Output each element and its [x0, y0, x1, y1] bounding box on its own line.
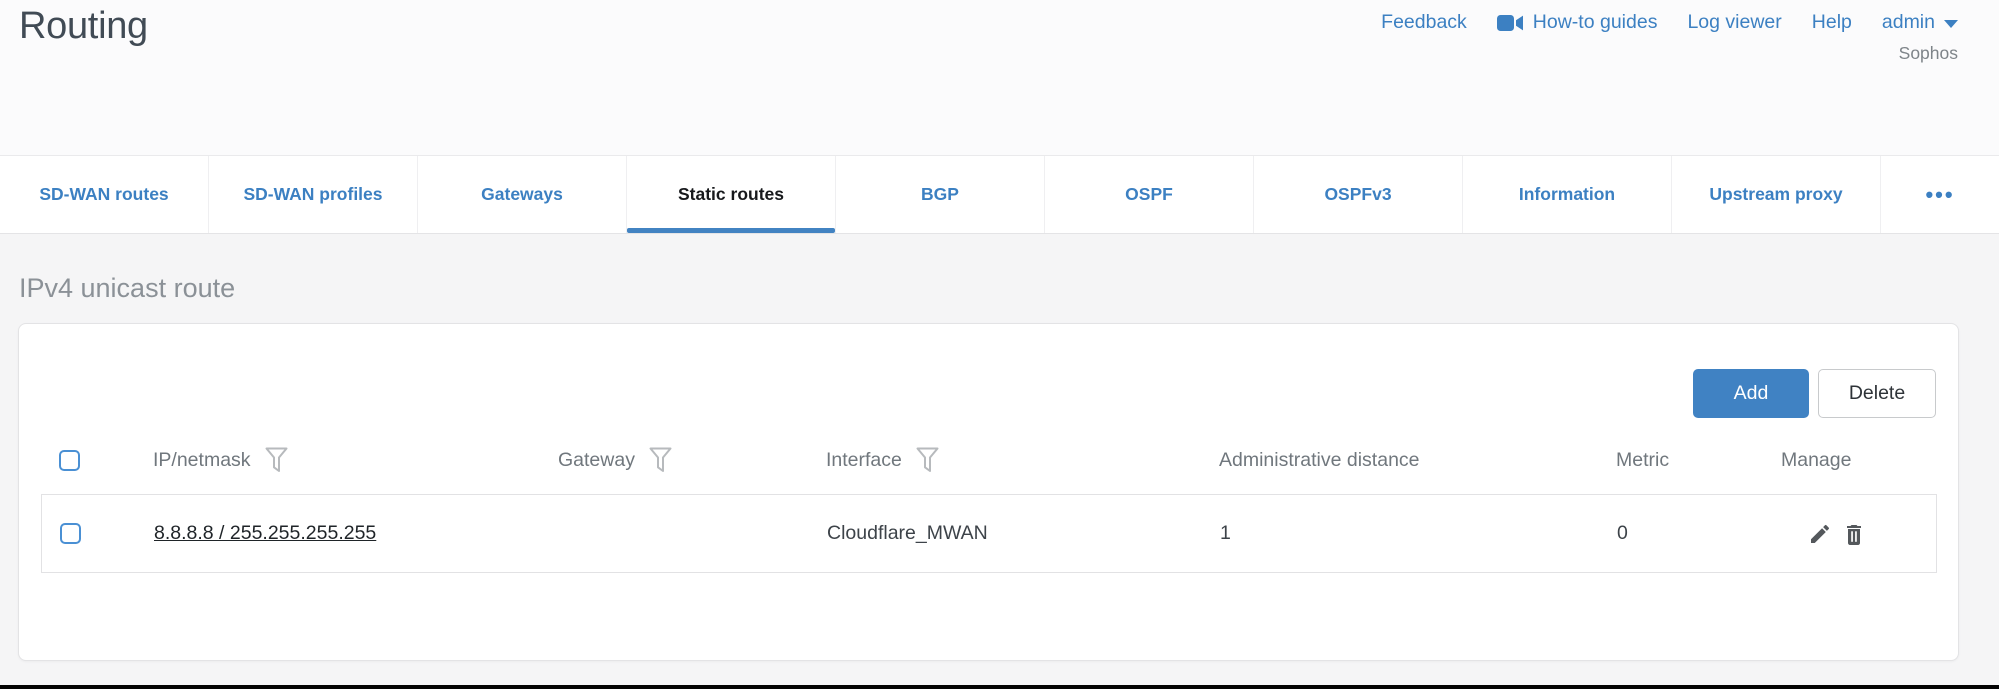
- tab-static-routes[interactable]: Static routes: [627, 156, 836, 233]
- window-bottom-edge: [0, 685, 1999, 689]
- column-header-admin-distance: Administrative distance: [1201, 449, 1598, 472]
- tab-sd-wan-routes[interactable]: SD-WAN routes: [0, 156, 209, 233]
- edit-pencil-icon[interactable]: [1808, 522, 1832, 546]
- column-header-ip-netmask: IP/netmask: [135, 447, 540, 473]
- column-header-metric: Metric: [1598, 449, 1763, 472]
- tab-gateways[interactable]: Gateways: [418, 156, 627, 233]
- row-select-cell: [42, 523, 136, 544]
- how-to-guides-link[interactable]: How-to guides: [1497, 11, 1658, 34]
- ellipsis-icon: •••: [1925, 182, 1954, 208]
- tab-upstream-proxy[interactable]: Upstream proxy: [1672, 156, 1881, 233]
- admin-label: admin: [1882, 11, 1935, 34]
- video-camera-icon: [1497, 14, 1524, 32]
- table-row: 8.8.8.8 / 255.255.255.255 Cloudflare_MWA…: [41, 494, 1937, 573]
- log-viewer-link[interactable]: Log viewer: [1687, 11, 1781, 34]
- select-all-cell: [41, 450, 135, 471]
- row-checkbox[interactable]: [60, 523, 81, 544]
- tab-overflow-menu[interactable]: •••: [1881, 156, 1999, 233]
- select-all-checkbox[interactable]: [59, 450, 80, 471]
- page-title: Routing: [19, 5, 148, 48]
- tab-information[interactable]: Information: [1463, 156, 1672, 233]
- routing-tabbar: SD-WAN routes SD-WAN profiles Gateways S…: [0, 155, 1999, 234]
- feedback-label: Feedback: [1381, 11, 1467, 34]
- org-name: Sophos: [1899, 43, 1958, 64]
- help-label: Help: [1812, 11, 1852, 34]
- interface-cell: Cloudflare_MWAN: [809, 522, 1202, 545]
- tab-ospf[interactable]: OSPF: [1045, 156, 1254, 233]
- table-toolbar: Add Delete: [1693, 369, 1936, 418]
- how-to-guides-label: How-to guides: [1533, 11, 1658, 34]
- top-nav: Feedback How-to guides Log viewer Help a…: [1381, 11, 1958, 34]
- delete-trash-icon[interactable]: [1842, 522, 1866, 546]
- manage-cell: [1764, 522, 1938, 546]
- admin-menu[interactable]: admin: [1882, 11, 1958, 34]
- feedback-link[interactable]: Feedback: [1381, 11, 1467, 34]
- column-header-interface: Interface: [808, 447, 1201, 473]
- metric-cell: 0: [1599, 522, 1764, 545]
- tab-sd-wan-profiles[interactable]: SD-WAN profiles: [209, 156, 418, 233]
- filter-funnel-icon[interactable]: [916, 447, 939, 473]
- add-button[interactable]: Add: [1693, 369, 1809, 418]
- delete-button[interactable]: Delete: [1818, 369, 1936, 418]
- section-heading: IPv4 unicast route: [19, 273, 235, 304]
- tab-ospfv3[interactable]: OSPFv3: [1254, 156, 1463, 233]
- filter-funnel-icon[interactable]: [649, 447, 672, 473]
- ipv4-unicast-route-card: Add Delete IP/netmask Gateway Interface …: [18, 323, 1959, 661]
- route-link[interactable]: 8.8.8.8 / 255.255.255.255: [154, 522, 376, 544]
- table-header-row: IP/netmask Gateway Interface Administrat…: [41, 430, 1937, 490]
- caret-down-icon: [1944, 20, 1958, 28]
- log-viewer-label: Log viewer: [1687, 11, 1781, 34]
- page-header: Routing Feedback How-to guides Log viewe…: [0, 0, 1999, 155]
- ip-netmask-cell: 8.8.8.8 / 255.255.255.255: [136, 522, 541, 545]
- help-link[interactable]: Help: [1812, 11, 1852, 34]
- filter-funnel-icon[interactable]: [265, 447, 288, 473]
- column-header-manage: Manage: [1763, 449, 1937, 472]
- admin-distance-cell: 1: [1202, 522, 1599, 545]
- tab-bgp[interactable]: BGP: [836, 156, 1045, 233]
- column-header-gateway: Gateway: [540, 447, 808, 473]
